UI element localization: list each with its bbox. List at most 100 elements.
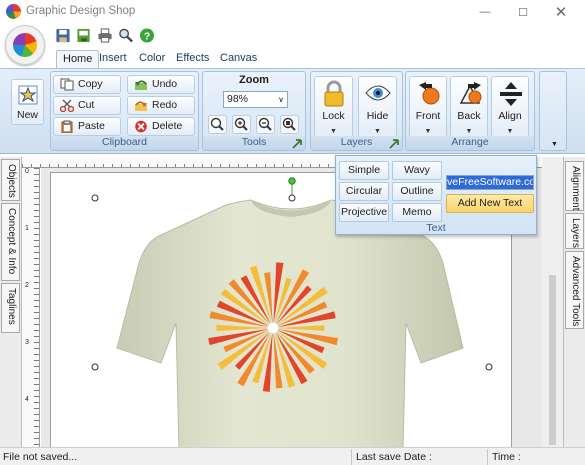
zoom-value: 98% [227, 93, 249, 105]
cut-label: Cut [78, 99, 95, 111]
right-side-panel: Alignment Layers Advanced Tools [563, 157, 585, 447]
text-input-field[interactable]: veFreeSoftware.com [446, 175, 534, 190]
text-outline-button[interactable]: Outline [392, 182, 442, 201]
app-orb-icon [13, 33, 37, 57]
tab-effects[interactable]: Effects [170, 50, 215, 68]
text-simple-button[interactable]: Simple [339, 161, 389, 180]
paste-button[interactable]: Paste [53, 117, 121, 136]
zoom-title: Zoom [239, 74, 269, 86]
cut-button[interactable]: Cut [53, 96, 121, 115]
side-tab-advanced-tools[interactable]: Advanced Tools [565, 251, 584, 329]
print-preview-icon[interactable] [118, 28, 134, 43]
ribbon-expand-icon[interactable]: ▼ [551, 141, 558, 148]
tab-color[interactable]: Color [133, 50, 171, 68]
print-icon[interactable] [97, 28, 113, 43]
tools-group: Zoom 98% ∨ Tools [202, 71, 306, 151]
zoom-actual-icon[interactable] [280, 115, 299, 134]
arrange-group: Front ▼ Back ▼ Align ▼ Arrange [405, 71, 535, 151]
app-logo-icon [6, 4, 21, 19]
chevron-down-icon: ∨ [278, 95, 284, 104]
sunburst-center [268, 323, 278, 333]
new-label: New [16, 109, 38, 121]
app-window: Graphic Design Shop — ☐ ✕ ? Home Insert … [0, 0, 585, 465]
back-button[interactable]: Back ▼ [450, 76, 488, 138]
scrollbar-thumb[interactable] [549, 275, 556, 445]
side-tab-layers-label: Layers [570, 218, 581, 249]
vertical-scrollbar[interactable] [542, 157, 563, 447]
status-saved: File not saved... [0, 449, 352, 465]
side-tab-taglines[interactable]: Taglines [1, 283, 20, 333]
paste-icon [61, 120, 73, 133]
delete-icon [135, 120, 147, 133]
side-tab-layers[interactable]: Layers [565, 213, 584, 249]
maximize-button[interactable]: ☐ [504, 0, 542, 24]
text-projective-button[interactable]: Projective [339, 203, 389, 222]
text-panel-label: Text [426, 222, 446, 234]
align-dropdown-icon: ▼ [506, 128, 514, 135]
tools-dialog-launcher-icon[interactable] [292, 138, 303, 149]
text-wavy-button[interactable]: Wavy [392, 161, 442, 180]
clipboard-group-label: Clipboard [51, 136, 198, 150]
hide-button[interactable]: Hide ▼ [358, 76, 397, 138]
side-tab-alignment-label: Alignment [570, 166, 581, 211]
lock-label: Lock [322, 110, 345, 122]
side-tab-concept-info-label: Concept & Info [6, 208, 17, 275]
delete-button[interactable]: Delete [127, 117, 195, 136]
status-bar: File not saved... Last save Date : Time … [0, 447, 585, 465]
selection-handle[interactable] [485, 363, 493, 371]
tab-canvas[interactable]: Canvas [214, 50, 263, 68]
zoom-in-icon[interactable] [232, 115, 251, 134]
undo-icon [135, 80, 147, 90]
save-icon[interactable] [55, 28, 71, 43]
align-button[interactable]: Align ▼ [491, 76, 529, 138]
side-tab-alignment[interactable]: Alignment [565, 161, 584, 211]
lock-dropdown-icon: ▼ [330, 128, 337, 135]
selection-handle[interactable] [288, 194, 296, 202]
ruler-mark: 3 [25, 339, 29, 346]
side-tab-objects-label: Objects [6, 164, 17, 198]
zoom-out-icon[interactable] [256, 115, 275, 134]
front-button[interactable]: Front ▼ [409, 76, 447, 138]
new-button[interactable]: New [11, 79, 44, 125]
front-label: Front [415, 110, 441, 122]
zoom-select[interactable]: 98% ∨ [223, 91, 288, 108]
help-icon[interactable]: ? [139, 28, 155, 43]
side-tab-objects[interactable]: Objects [1, 159, 20, 201]
back-dropdown-icon: ▼ [465, 128, 473, 135]
side-tab-taglines-label: Taglines [6, 288, 17, 325]
selection-handle[interactable] [91, 194, 99, 202]
vertical-ruler [22, 168, 40, 448]
tab-insert[interactable]: Insert [93, 50, 133, 68]
text-memo-button[interactable]: Memo [392, 203, 442, 222]
ruler-mark: 4 [25, 396, 29, 403]
align-label: Align [498, 110, 522, 122]
new-star-icon [18, 85, 38, 105]
back-label: Back [457, 110, 481, 122]
minimize-button[interactable]: — [466, 0, 504, 24]
layers-dialog-launcher-icon[interactable] [389, 138, 400, 149]
bring-front-icon [419, 82, 440, 105]
tools-group-label: Tools [203, 136, 305, 150]
orb-wrapper [5, 25, 45, 65]
close-button[interactable]: ✕ [542, 0, 580, 24]
clipboard-group: Copy Cut Paste Undo Redo Delete Clipboar… [50, 71, 199, 151]
new-group: New [10, 71, 47, 151]
scissors-icon [60, 99, 74, 112]
rotate-handle[interactable] [288, 177, 296, 185]
lock-icon [324, 80, 344, 107]
redo-button[interactable]: Redo [127, 96, 195, 115]
text-circular-button[interactable]: Circular [339, 182, 389, 201]
ruler-mark: 2 [25, 282, 29, 289]
undo-button[interactable]: Undo [127, 75, 195, 94]
save-all-icon[interactable] [76, 28, 92, 43]
copy-button[interactable]: Copy [53, 75, 121, 94]
copy-label: Copy [78, 78, 103, 90]
ruler-mark: 0 [25, 168, 29, 175]
selection-handle[interactable] [91, 363, 99, 371]
side-tab-concept-info[interactable]: Concept & Info [1, 203, 20, 281]
lock-button[interactable]: Lock ▼ [314, 76, 353, 138]
layers-group: Lock ▼ Hide ▼ Layers [310, 71, 403, 151]
add-new-text-button[interactable]: Add New Text [446, 194, 534, 213]
eye-icon [365, 85, 391, 101]
zoom-fit-icon[interactable] [208, 115, 227, 134]
